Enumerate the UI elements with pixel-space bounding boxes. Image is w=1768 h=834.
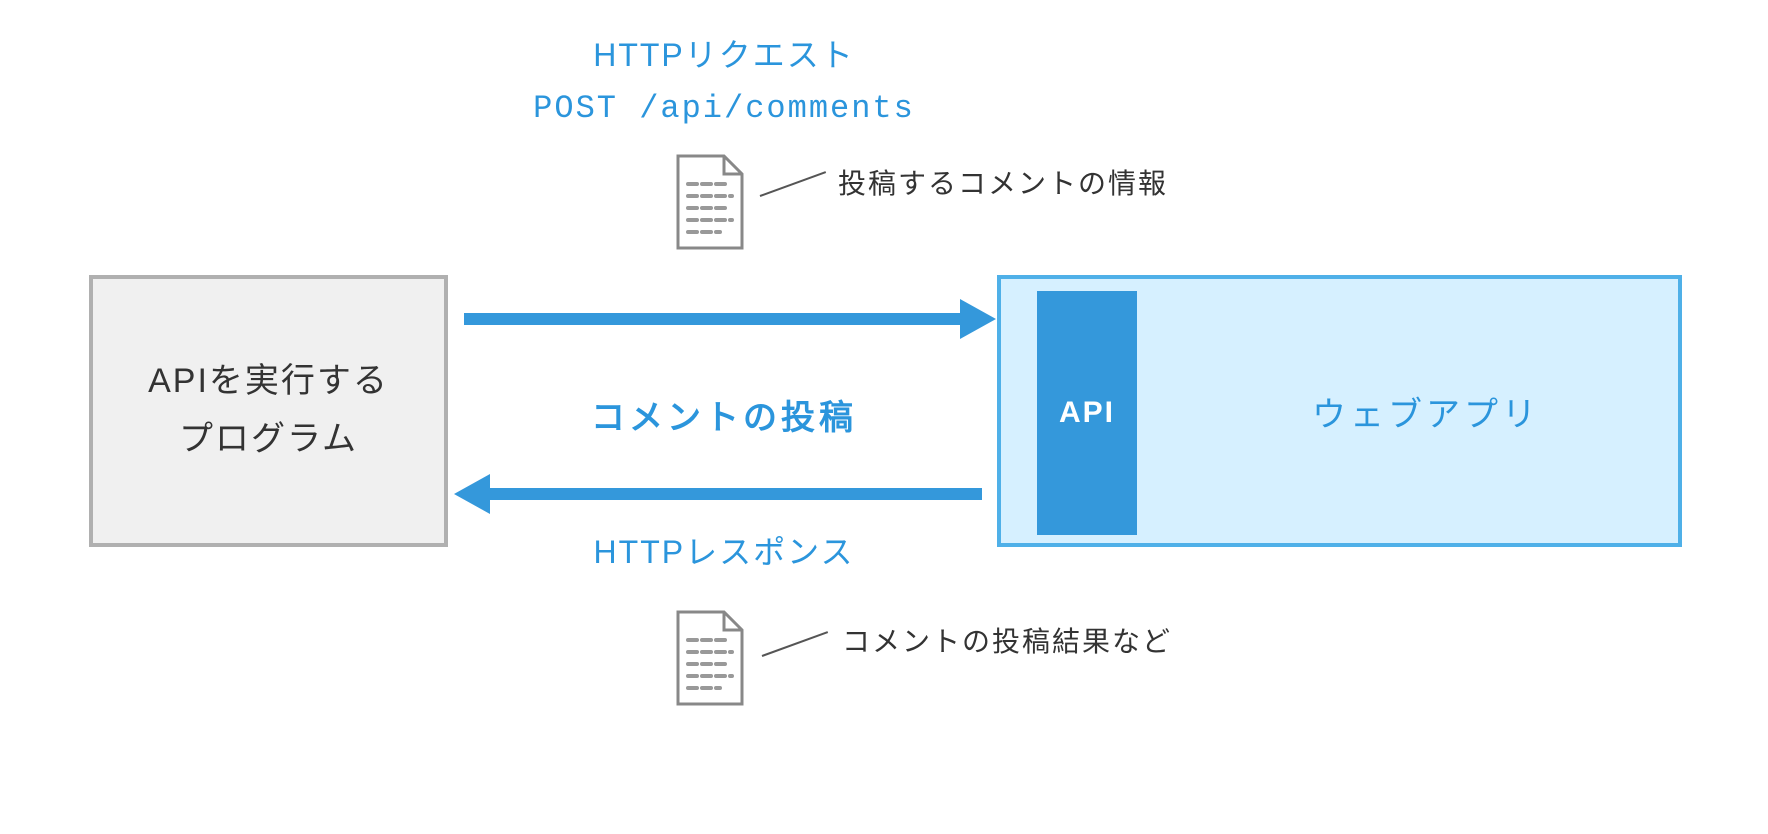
response-note: コメントの投稿結果など — [842, 620, 1172, 660]
http-request-label: HTTPリクエスト — [464, 30, 984, 76]
request-note-connector — [760, 171, 826, 197]
client-program-box: APIを実行する プログラム — [89, 275, 448, 547]
api-badge: API — [1037, 291, 1137, 535]
response-document-icon — [670, 608, 750, 708]
request-note: 投稿するコメントの情報 — [838, 162, 1168, 202]
web-app-label: ウェブアプリ — [1211, 387, 1641, 436]
response-arrow — [490, 488, 982, 500]
client-line1: APIを実行する — [148, 362, 389, 400]
client-line2: プログラム — [179, 420, 358, 458]
web-app-box: API ウェブアプリ — [997, 275, 1682, 547]
action-label: コメントの投稿 — [464, 390, 984, 439]
client-program-label: APIを実行する プログラム — [148, 353, 389, 469]
request-document-icon — [670, 152, 750, 252]
request-arrow — [464, 313, 972, 325]
endpoint-label: POST /api/comments — [464, 90, 984, 127]
response-note-connector — [762, 631, 828, 657]
http-response-label: HTTPレスポンス — [464, 527, 984, 573]
